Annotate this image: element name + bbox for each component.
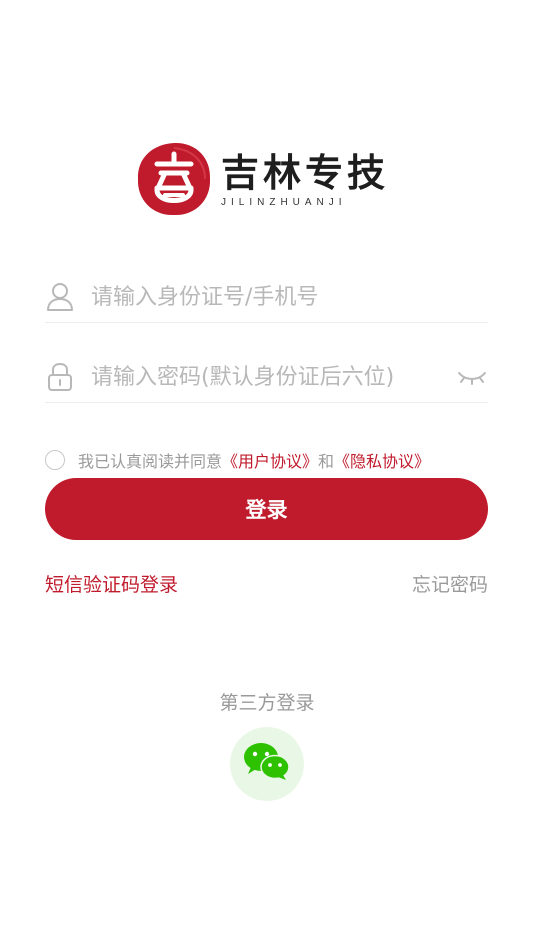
logo-seal-icon [135,140,213,218]
password-input[interactable] [89,363,456,391]
app-logo: 吉林专技 JILINZHUANJI [135,140,389,218]
user-icon [45,282,75,312]
agreement-row: 我已认真阅读并同意 《用户协议》 和 《隐私协议》 [45,448,430,472]
id-number-input[interactable] [89,283,488,311]
third-party-login-label: 第三方登录 [219,692,315,714]
forgot-password-link[interactable]: 忘记密码 [412,570,488,597]
agreement-checkbox[interactable] [45,450,65,470]
id-field-row [45,272,488,323]
agreement-and: 和 [318,452,335,471]
lock-icon [45,362,75,392]
logo-title: 吉林专技 [221,149,390,195]
wechat-icon [243,742,291,786]
login-button[interactable]: 登录 [45,478,488,540]
user-agreement-link[interactable]: 《用户协议》 [222,448,318,472]
wechat-login-button[interactable] [230,727,304,801]
sms-login-link[interactable]: 短信验证码登录 [45,570,178,597]
logo-subtitle: JILINZHUANJI [221,196,347,208]
agreement-prefix: 我已认真阅读并同意 [78,452,223,471]
privacy-agreement-link[interactable]: 《隐私协议》 [334,448,430,472]
password-field-row [45,352,488,403]
eye-closed-icon[interactable] [456,367,488,387]
